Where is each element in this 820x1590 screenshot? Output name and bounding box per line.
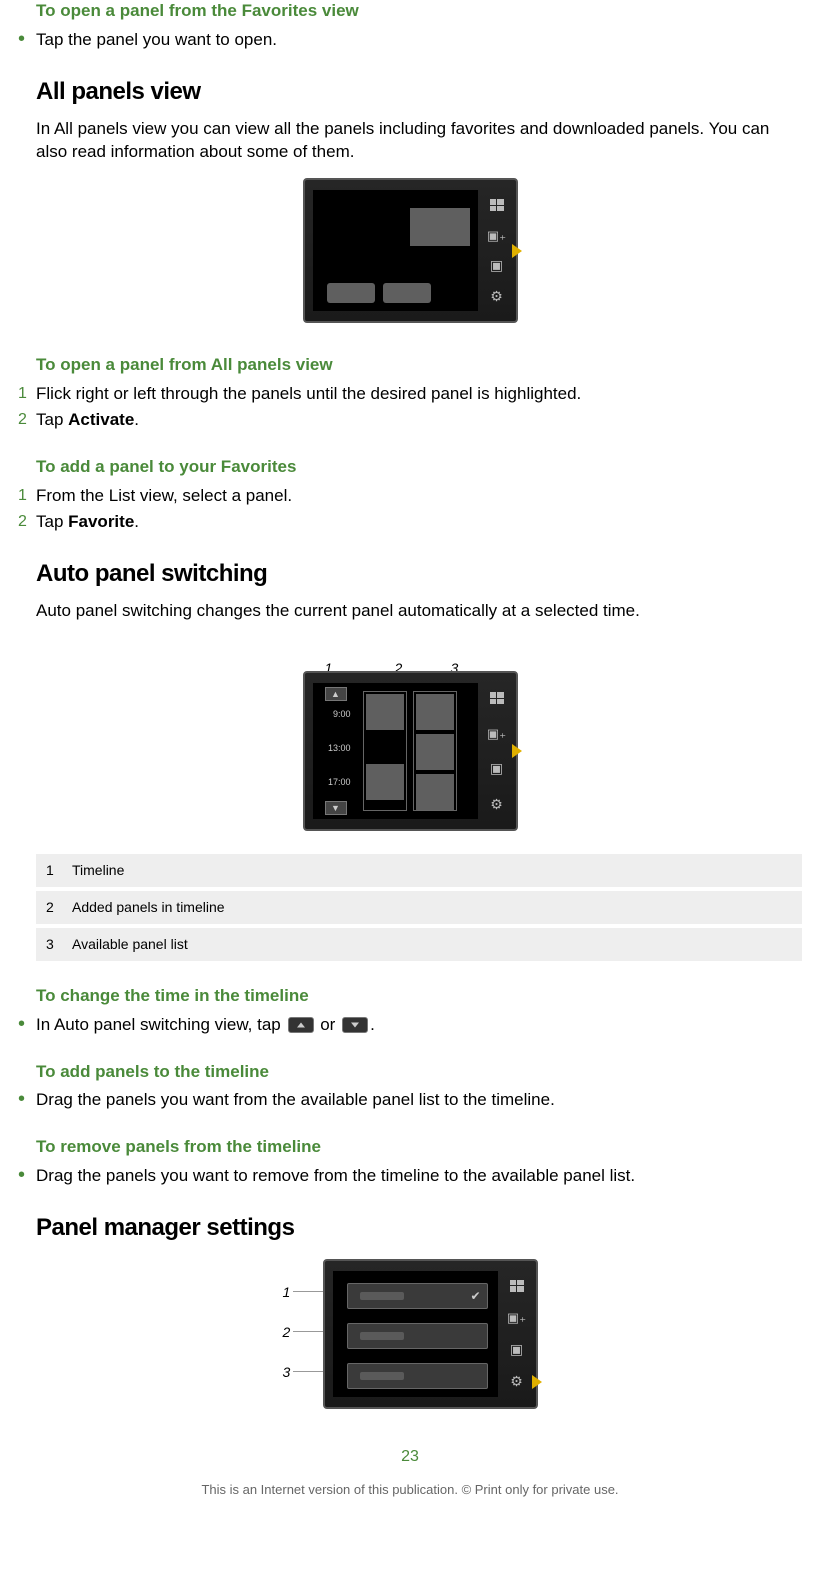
gear-icon <box>486 793 508 815</box>
heading-panel-manager-settings: Panel manager settings <box>36 1212 802 1244</box>
gear-icon <box>486 285 508 307</box>
figure-all-panels-view <box>18 178 802 330</box>
legend-row: 1Timeline <box>36 854 802 887</box>
callout-label: 1 <box>283 1283 291 1302</box>
page-number: 23 <box>18 1446 802 1468</box>
heading-auto-panel-switching: Auto panel switching <box>36 558 802 590</box>
add-panel-icon <box>506 1307 528 1329</box>
figure-auto-panel-switching: 1 2 3 ▲ 9:00 13:00 17:00 ▼ <box>18 637 802 838</box>
step-text: Drag the panels you want to remove from … <box>36 1165 802 1188</box>
grid-icon <box>506 1275 528 1297</box>
arrow-down-icon <box>342 1017 368 1033</box>
step-number: 1 <box>18 383 36 405</box>
time-down-icon: ▼ <box>325 801 347 815</box>
grid-icon <box>486 687 508 709</box>
arrow-up-icon <box>288 1017 314 1033</box>
step-text: Drag the panels you want from the availa… <box>36 1089 802 1112</box>
step-text: Tap Activate. <box>36 409 802 432</box>
step-number: 1 <box>18 485 36 507</box>
highlight-arrow-icon <box>512 244 522 258</box>
bullet: • <box>18 1165 36 1185</box>
heading-all-panels-view: All panels view <box>36 76 802 108</box>
step-number: 2 <box>18 511 36 533</box>
legend-table: 1Timeline 2Added panels in timeline 3Ava… <box>36 854 802 961</box>
figure-panel-manager-settings: 1 2 3 ✔ <box>18 1259 802 1416</box>
step-text: Tap Favorite. <box>36 511 802 534</box>
bullet: • <box>18 1089 36 1109</box>
auto-body: Auto panel switching changes the current… <box>36 600 802 623</box>
panel-icon <box>486 758 508 780</box>
add-panel-icon <box>486 224 508 246</box>
legend-row: 3Available panel list <box>36 928 802 961</box>
heading-open-from-all: To open a panel from All panels view <box>36 354 802 377</box>
bullet: • <box>18 1014 36 1034</box>
step-text: Flick right or left through the panels u… <box>36 383 802 406</box>
callout-label: 3 <box>283 1363 291 1382</box>
gear-icon <box>506 1371 528 1393</box>
add-panel-icon <box>486 722 508 744</box>
legend-row: 2Added panels in timeline <box>36 891 802 924</box>
highlight-arrow-icon <box>532 1375 542 1389</box>
heading-change-time: To change the time in the timeline <box>36 985 802 1008</box>
panel-icon <box>486 255 508 277</box>
check-icon: ✔ <box>470 1288 480 1304</box>
step-text: Tap the panel you want to open. <box>36 29 802 52</box>
footer-text: This is an Internet version of this publ… <box>18 1481 802 1499</box>
heading-remove-timeline: To remove panels from the timeline <box>36 1136 802 1159</box>
highlight-arrow-icon <box>512 744 522 758</box>
heading-add-timeline: To add panels to the timeline <box>36 1061 802 1084</box>
heading-add-favorite: To add a panel to your Favorites <box>36 456 802 479</box>
callout-label: 2 <box>283 1323 291 1342</box>
panel-icon <box>506 1339 528 1361</box>
step-number: 2 <box>18 409 36 431</box>
grid-icon <box>486 194 508 216</box>
all-panels-body: In All panels view you can view all the … <box>36 118 802 164</box>
heading-open-favorites: To open a panel from the Favorites view <box>36 0 802 23</box>
step-text: From the List view, select a panel. <box>36 485 802 508</box>
step-text: In Auto panel switching view, tap or . <box>36 1014 802 1037</box>
timeline-times: 9:00 13:00 17:00 <box>321 697 351 799</box>
bullet: • <box>18 29 36 49</box>
